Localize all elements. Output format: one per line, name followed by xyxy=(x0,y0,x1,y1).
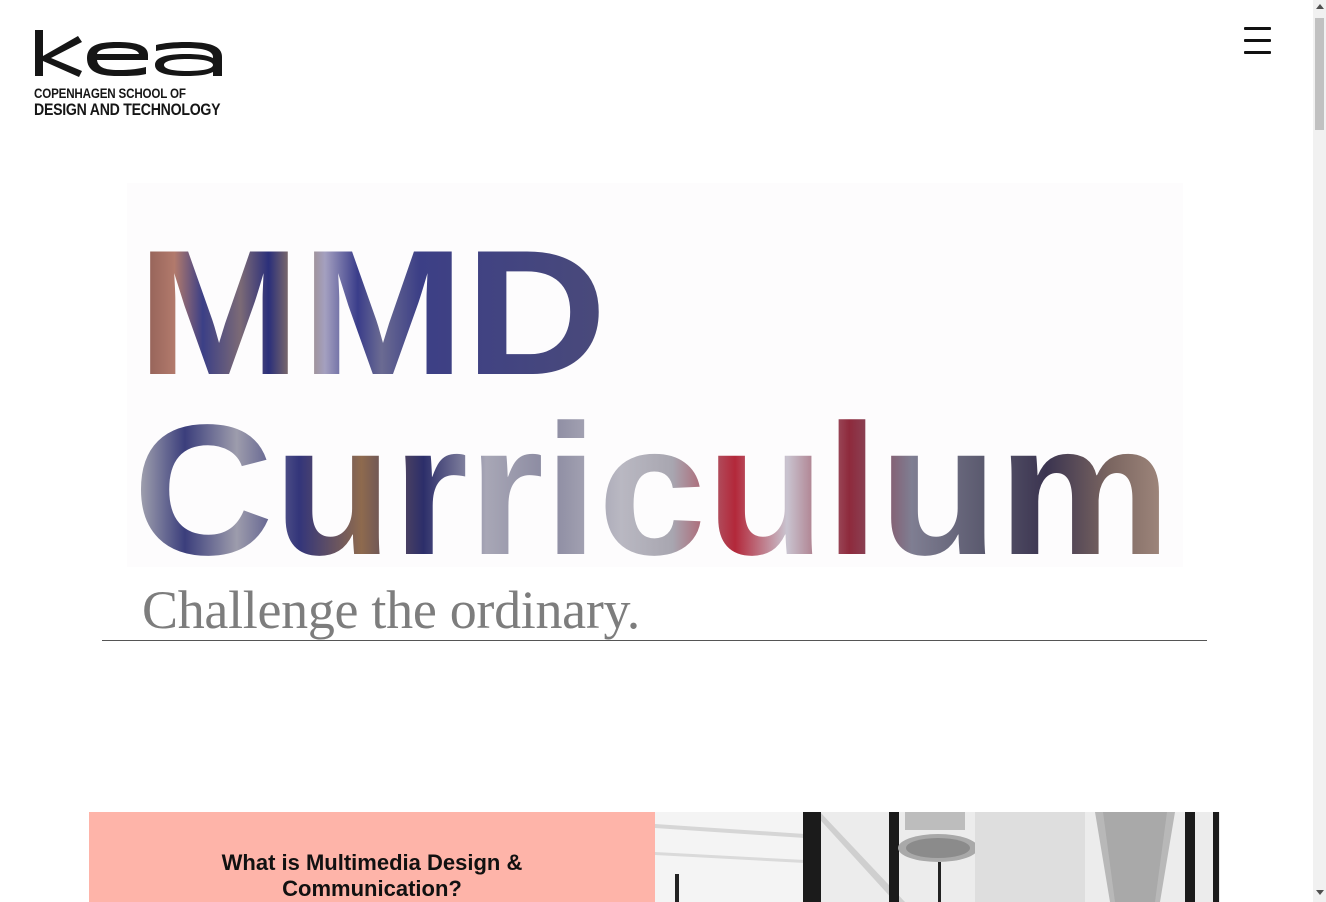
kea-logo-mark xyxy=(35,30,222,77)
logo-subtitle-line1: COPENHAGEN SCHOOL OF xyxy=(34,86,186,101)
page-scrollbar[interactable] xyxy=(1313,0,1326,902)
hero-title-line2: Curriculum xyxy=(133,387,1171,567)
intro-card: What is Multimedia Design & Communicatio… xyxy=(89,812,655,902)
hero-tagline: Challenge the ordinary. xyxy=(142,580,640,640)
hero-title-graphic: MMD Curriculum xyxy=(133,213,1171,567)
hamburger-menu-button[interactable] xyxy=(1242,26,1274,56)
kea-logo[interactable]: COPENHAGEN SCHOOL OF DESIGN AND TECHNOLO… xyxy=(34,28,226,120)
hero-video[interactable]: MMD Curriculum xyxy=(127,183,1183,567)
intro-card-title: What is Multimedia Design & Communicatio… xyxy=(221,850,523,901)
campus-photo xyxy=(655,812,1220,902)
scroll-up-arrow-icon[interactable] xyxy=(1316,4,1324,9)
scroll-down-arrow-icon[interactable] xyxy=(1316,890,1324,895)
hero-divider xyxy=(102,640,1207,641)
hero-title-line1: MMD xyxy=(137,213,607,412)
logo-subtitle-line2: DESIGN AND TECHNOLOGY xyxy=(34,100,221,119)
scrollbar-thumb[interactable] xyxy=(1315,18,1324,130)
